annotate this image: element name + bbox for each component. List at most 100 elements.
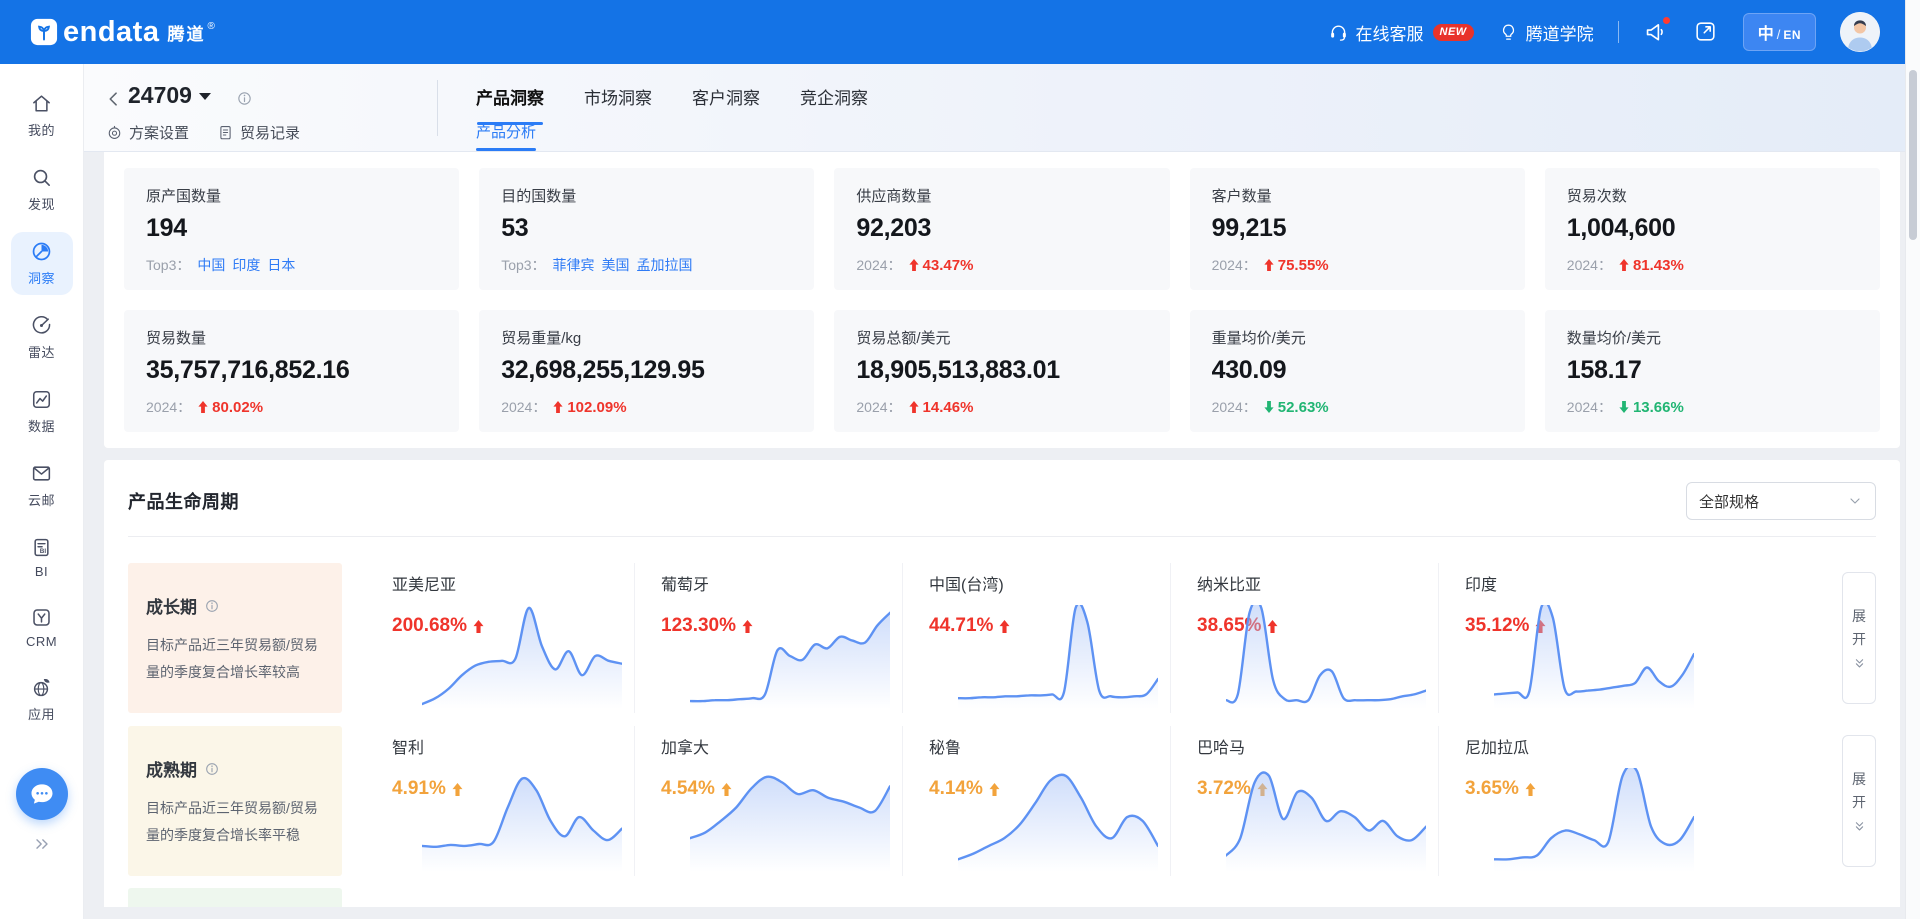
plan-id-dropdown[interactable]: 24709 bbox=[128, 82, 211, 109]
page-scrollbar[interactable] bbox=[1905, 0, 1920, 919]
delta-up: 75.55% bbox=[1264, 257, 1329, 274]
country-trend-cell: 中国(台湾)44.71% bbox=[902, 563, 1170, 713]
main-tab-4[interactable]: 竞企洞察 bbox=[800, 84, 868, 113]
avatar[interactable] bbox=[1840, 12, 1880, 52]
stat-footer: 2024：80.02% bbox=[146, 397, 437, 417]
top3-country-link[interactable]: 美国 bbox=[602, 255, 630, 275]
top3-country-link[interactable]: 孟加拉国 bbox=[637, 255, 693, 275]
country-trend-cell: 印度35.12% bbox=[1438, 563, 1706, 713]
sidebar-item-mail[interactable]: 云邮 bbox=[11, 454, 73, 517]
delta-up: 102.09% bbox=[553, 399, 626, 416]
stat-card: 供应商数量92,2032024：43.47% bbox=[834, 168, 1169, 290]
info-icon[interactable] bbox=[204, 598, 220, 614]
country-trend-cell: 巴哈马3.72% bbox=[1170, 726, 1438, 876]
stat-footer: 2024：14.46% bbox=[856, 397, 1147, 417]
logo-mark-icon bbox=[30, 18, 58, 46]
mail-icon bbox=[30, 462, 53, 485]
info-icon[interactable] bbox=[204, 761, 220, 777]
trend-sparkline bbox=[1226, 605, 1426, 709]
trade-records-button[interactable]: 贸易记录 bbox=[217, 122, 300, 143]
new-badge: NEW bbox=[1433, 24, 1474, 41]
stage-name: 成熟期 bbox=[146, 756, 197, 781]
delta-down: 13.66% bbox=[1619, 399, 1684, 416]
academy-link[interactable]: 腾道学院 bbox=[1498, 20, 1594, 45]
main-tab-2[interactable]: 市场洞察 bbox=[584, 84, 652, 113]
fullscreen-button[interactable] bbox=[1693, 19, 1719, 45]
sidebar-item-apps[interactable]: 应用 bbox=[11, 668, 73, 731]
top3-country-link[interactable]: 中国 bbox=[197, 255, 225, 275]
header-divider bbox=[437, 80, 438, 136]
sidebar-item-insight[interactable]: 洞察 bbox=[11, 232, 73, 295]
top3-country-link[interactable]: 印度 bbox=[232, 255, 260, 275]
sidebar-item-label: 数据 bbox=[28, 416, 55, 435]
sidebar-menu: 我的发现洞察雷达数据云邮 BIBI CRM 应用 bbox=[11, 84, 73, 742]
stage-desc: 目标产品近三年贸易额/贸易量的季度复合增长率平稳 bbox=[146, 795, 324, 848]
stat-value: 158.17 bbox=[1567, 356, 1858, 385]
stat-label: 原产国数量 bbox=[146, 185, 437, 206]
stat-card: 原产国数量194Top3：中国印度日本 bbox=[124, 168, 459, 290]
back-icon[interactable] bbox=[104, 89, 124, 109]
crm-icon bbox=[30, 606, 53, 629]
sidebar-item-data[interactable]: 数据 bbox=[11, 380, 73, 443]
stat-card: 贸易次数1,004,6002024：81.43% bbox=[1545, 168, 1880, 290]
top3-label: Top3： bbox=[146, 255, 190, 275]
stage-desc: 目标产品近三年贸易额/贸易量的季度复合增长率较高 bbox=[146, 632, 324, 685]
announcements-button[interactable] bbox=[1643, 19, 1669, 45]
stat-value: 32,698,255,129.95 bbox=[501, 356, 792, 385]
chat-fab-button[interactable] bbox=[16, 768, 68, 820]
country-name: 印度 bbox=[1465, 571, 1706, 595]
year-label: 2024： bbox=[856, 255, 901, 275]
stat-value: 1,004,600 bbox=[1567, 214, 1858, 243]
expand-button[interactable]: 展开 bbox=[1842, 572, 1876, 704]
top3-country-link[interactable]: 日本 bbox=[267, 255, 295, 275]
year-label: 2024： bbox=[1212, 397, 1257, 417]
sidebar: 我的发现洞察雷达数据云邮 BIBI CRM 应用 bbox=[0, 64, 84, 919]
sidebar-item-radar[interactable]: 雷达 bbox=[11, 306, 73, 369]
year-label: 2024： bbox=[1567, 397, 1612, 417]
country-trend-cell: 加拿大4.54% bbox=[634, 726, 902, 876]
sidebar-item-discover[interactable]: 发现 bbox=[11, 158, 73, 221]
stat-card: 目的国数量53Top3：菲律宾美国孟加拉国 bbox=[479, 168, 814, 290]
data-icon bbox=[30, 388, 53, 411]
main-tab-3[interactable]: 客户洞察 bbox=[692, 84, 760, 113]
fullscreen-icon bbox=[1693, 19, 1718, 44]
sidebar-item-bi[interactable]: BIBI bbox=[11, 528, 73, 587]
plan-info-icon[interactable] bbox=[236, 90, 253, 107]
sidebar-collapse-button[interactable] bbox=[32, 834, 52, 854]
spec-filter-select[interactable]: 全部规格 bbox=[1686, 482, 1876, 520]
stat-label: 贸易数量 bbox=[146, 327, 437, 348]
stage-charts: 智利4.91%加拿大4.54%秘鲁4.14%巴哈马3.72%尼加拉瓜3.65% bbox=[366, 726, 1706, 876]
year-label: 2024： bbox=[856, 397, 901, 417]
delta-down: 52.63% bbox=[1264, 399, 1329, 416]
trend-sparkline bbox=[690, 768, 890, 872]
stat-label: 贸易总额/美元 bbox=[856, 327, 1147, 348]
bi-icon: BI bbox=[30, 536, 53, 559]
stat-value: 92,203 bbox=[856, 214, 1147, 243]
stat-card: 客户数量99,2152024：75.55% bbox=[1190, 168, 1525, 290]
subtab-product-analysis[interactable]: 产品分析 bbox=[476, 121, 536, 151]
tendata-logo[interactable]: endata 腾道 ® bbox=[30, 16, 215, 49]
stat-card: 贸易总额/美元18,905,513,883.012024：14.46% bbox=[834, 310, 1169, 432]
country-name: 葡萄牙 bbox=[661, 571, 902, 595]
headset-icon bbox=[1328, 22, 1349, 43]
sidebar-item-label: 云邮 bbox=[28, 490, 55, 509]
language-toggle[interactable]: 中 / EN bbox=[1743, 13, 1816, 51]
nav-divider bbox=[1618, 21, 1619, 43]
country-trend-cell: 尼加拉瓜3.65% bbox=[1438, 726, 1706, 876]
online-support-link[interactable]: 在线客服 NEW bbox=[1328, 20, 1474, 45]
stat-value: 53 bbox=[501, 214, 792, 243]
expand-button[interactable]: 展开 bbox=[1842, 735, 1876, 867]
scrollbar-thumb[interactable] bbox=[1909, 70, 1917, 240]
country-trend-cell: 纳米比亚38.65% bbox=[1170, 563, 1438, 713]
trend-sparkline bbox=[958, 768, 1158, 872]
country-trend-cell: 葡萄牙123.30% bbox=[634, 563, 902, 713]
sidebar-item-home[interactable]: 我的 bbox=[11, 84, 73, 147]
main-tab-1[interactable]: 产品洞察 bbox=[476, 84, 544, 113]
logo-text: endata bbox=[63, 16, 159, 49]
top3-country-link[interactable]: 菲律宾 bbox=[553, 255, 595, 275]
delta-up: 43.47% bbox=[909, 257, 974, 274]
country-name: 加拿大 bbox=[661, 734, 902, 758]
stat-card: 贸易重量/kg32,698,255,129.952024：102.09% bbox=[479, 310, 814, 432]
sidebar-item-crm[interactable]: CRM bbox=[11, 598, 73, 657]
plan-settings-button[interactable]: 方案设置 bbox=[106, 122, 189, 143]
